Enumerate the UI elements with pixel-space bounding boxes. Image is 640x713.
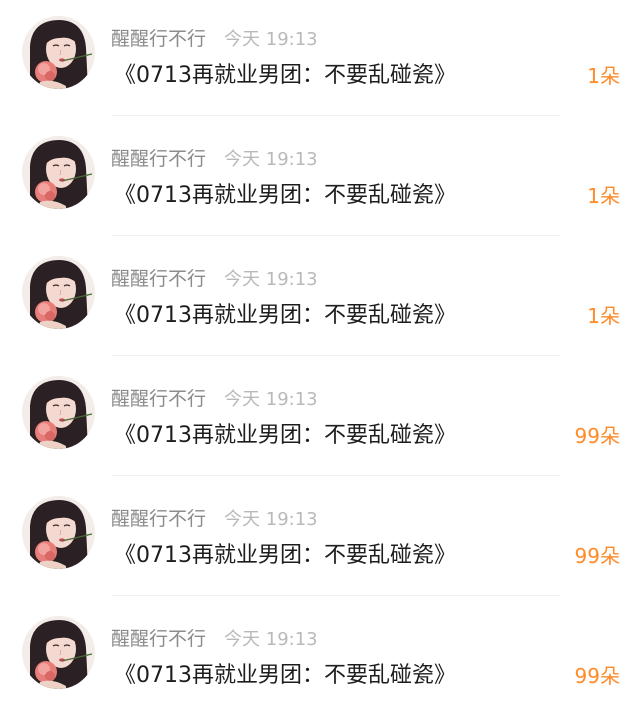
flower-count: 99朵 [574,664,620,688]
item-meta: 醒醒行不行 今天 19:13 [111,266,318,292]
avatar-girl-with-rose-icon [22,616,95,689]
item-meta: 醒醒行不行 今天 19:13 [111,386,318,412]
flower-count: 1朵 [587,304,620,328]
item-meta: 醒醒行不行 今天 19:13 [111,626,318,652]
avatar[interactable] [22,256,95,329]
timestamp: 今天 19:13 [224,509,318,530]
timestamp: 今天 19:13 [224,269,318,290]
item-title[interactable]: 《0713再就业男团：不要乱碰瓷》 [114,541,456,571]
list-item[interactable]: 醒醒行不行 今天 19:13 《0713再就业男团：不要乱碰瓷》 99朵 [0,360,640,476]
username[interactable]: 醒醒行不行 [111,628,206,650]
list-item[interactable]: 醒醒行不行 今天 19:13 《0713再就业男团：不要乱碰瓷》 99朵 [0,600,640,700]
divider [112,595,560,596]
divider [112,115,560,116]
username[interactable]: 醒醒行不行 [111,28,206,50]
divider [112,235,560,236]
list-item[interactable]: 醒醒行不行 今天 19:13 《0713再就业男团：不要乱碰瓷》 1朵 [0,0,640,116]
item-meta: 醒醒行不行 今天 19:13 [111,26,318,52]
list-item[interactable]: 醒醒行不行 今天 19:13 《0713再就业男团：不要乱碰瓷》 99朵 [0,480,640,596]
divider [112,355,560,356]
divider [112,475,560,476]
item-title[interactable]: 《0713再就业男团：不要乱碰瓷》 [114,661,456,691]
item-meta: 醒醒行不行 今天 19:13 [111,146,318,172]
avatar-girl-with-rose-icon [22,136,95,209]
item-title[interactable]: 《0713再就业男团：不要乱碰瓷》 [114,181,456,211]
flower-count: 99朵 [574,424,620,448]
avatar-girl-with-rose-icon [22,496,95,569]
list-item[interactable]: 醒醒行不行 今天 19:13 《0713再就业男团：不要乱碰瓷》 1朵 [0,120,640,236]
username[interactable]: 醒醒行不行 [111,148,206,170]
item-meta: 醒醒行不行 今天 19:13 [111,506,318,532]
flower-count: 1朵 [587,64,620,88]
item-title[interactable]: 《0713再就业男团：不要乱碰瓷》 [114,421,456,451]
timestamp: 今天 19:13 [224,629,318,650]
timestamp: 今天 19:13 [224,29,318,50]
username[interactable]: 醒醒行不行 [111,268,206,290]
avatar-girl-with-rose-icon [22,16,95,89]
avatar[interactable] [22,616,95,689]
item-title[interactable]: 《0713再就业男团：不要乱碰瓷》 [114,61,456,91]
username[interactable]: 醒醒行不行 [111,508,206,530]
avatar[interactable] [22,376,95,449]
avatar[interactable] [22,16,95,89]
timestamp: 今天 19:13 [224,389,318,410]
flower-count: 99朵 [574,544,620,568]
avatar-girl-with-rose-icon [22,256,95,329]
username[interactable]: 醒醒行不行 [111,388,206,410]
avatar-girl-with-rose-icon [22,376,95,449]
timestamp: 今天 19:13 [224,149,318,170]
avatar[interactable] [22,496,95,569]
avatar[interactable] [22,136,95,209]
item-title[interactable]: 《0713再就业男团：不要乱碰瓷》 [114,301,456,331]
list-item[interactable]: 醒醒行不行 今天 19:13 《0713再就业男团：不要乱碰瓷》 1朵 [0,240,640,356]
flower-count: 1朵 [587,184,620,208]
